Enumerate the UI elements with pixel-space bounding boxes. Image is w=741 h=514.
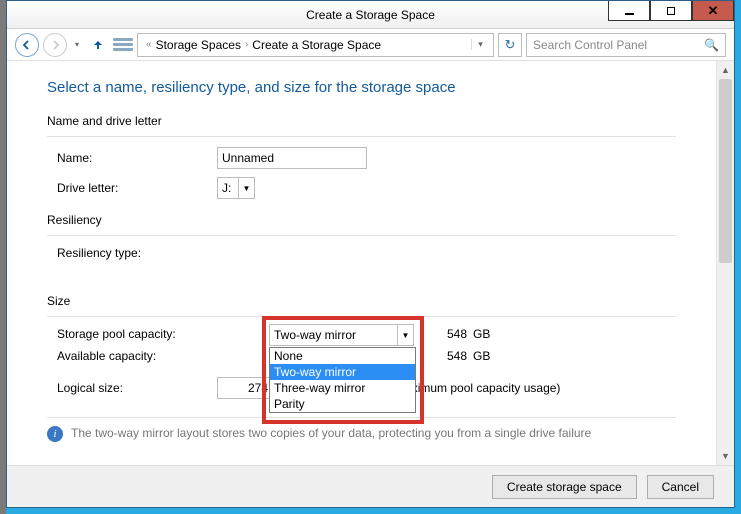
footer: Create storage space Cancel: [7, 465, 734, 507]
section-resiliency: Resiliency: [47, 213, 676, 227]
available-unit: GB: [473, 349, 513, 363]
scroll-down-button[interactable]: ▼: [717, 447, 734, 465]
logical-size-input[interactable]: [217, 377, 273, 399]
available-label: Available capacity:: [57, 349, 217, 363]
content-area: Select a name, resiliency type, and size…: [7, 61, 734, 465]
option-none[interactable]: None: [270, 348, 415, 364]
close-button[interactable]: ✕: [692, 1, 734, 21]
page-title: Select a name, resiliency type, and size…: [47, 79, 676, 96]
section-name-letter: Name and drive letter: [47, 114, 676, 128]
back-button[interactable]: [15, 33, 39, 57]
row-drive-letter: Drive letter: J: ▼: [57, 177, 676, 199]
pool-capacity-unit: GB: [473, 327, 513, 341]
create-button[interactable]: Create storage space: [492, 475, 637, 499]
scroll-track[interactable]: [717, 79, 734, 447]
drive-letter-label: Drive letter:: [57, 181, 217, 195]
search-icon[interactable]: 🔍: [704, 38, 719, 52]
resiliency-label: Resiliency type:: [57, 246, 217, 260]
breadcrumb[interactable]: « Storage Spaces › Create a Storage Spac…: [137, 33, 494, 57]
drive-letter-select[interactable]: J: ▼: [217, 177, 255, 199]
vertical-scrollbar[interactable]: ▲ ▼: [716, 61, 734, 465]
divider: [47, 316, 676, 317]
row-resiliency: Resiliency type:: [57, 246, 676, 260]
available-value: 548: [407, 349, 467, 363]
scroll-up-button[interactable]: ▲: [717, 61, 734, 79]
pool-capacity-value: 548: [407, 327, 467, 341]
section-size: Size: [47, 294, 676, 308]
scroll-thumb[interactable]: [719, 79, 732, 263]
chevron-icon: ›: [241, 39, 252, 50]
pool-capacity-label: Storage pool capacity:: [57, 327, 217, 341]
row-name: Name:: [57, 147, 676, 169]
resiliency-select[interactable]: Two-way mirror ▼: [269, 324, 416, 346]
name-input[interactable]: [217, 147, 367, 169]
chevron-down-icon[interactable]: ▼: [398, 324, 414, 346]
drives-icon: [113, 36, 133, 54]
info-text: The two-way mirror layout stores two cop…: [71, 426, 631, 440]
option-parity[interactable]: Parity: [270, 396, 415, 412]
search-input[interactable]: Search Control Panel 🔍: [526, 33, 726, 57]
maximize-button[interactable]: [650, 1, 692, 21]
divider: [47, 136, 676, 137]
up-button[interactable]: [87, 34, 109, 56]
chevron-down-icon[interactable]: ▼: [239, 177, 255, 199]
info-icon: i: [47, 426, 63, 442]
forward-button[interactable]: [43, 33, 67, 57]
option-two-way[interactable]: Two-way mirror: [270, 364, 415, 380]
info-row: i The two-way mirror layout stores two c…: [47, 417, 676, 442]
resiliency-dropdown[interactable]: None Two-way mirror Three-way mirror Par…: [269, 347, 416, 413]
logical-label: Logical size:: [57, 381, 217, 395]
breadcrumb-seg-2[interactable]: Create a Storage Space: [252, 38, 381, 52]
name-label: Name:: [57, 151, 217, 165]
resiliency-value: Two-way mirror: [269, 324, 398, 346]
window-buttons: ✕: [608, 1, 734, 21]
window: Create a Storage Space ✕ ▾ « Storage Spa…: [6, 0, 735, 508]
cancel-button[interactable]: Cancel: [647, 475, 714, 499]
breadcrumb-dropdown[interactable]: ▾: [471, 39, 489, 50]
breadcrumb-seg-1[interactable]: Storage Spaces: [156, 38, 241, 52]
divider: [47, 235, 676, 236]
nav-bar: ▾ « Storage Spaces › Create a Storage Sp…: [7, 29, 734, 61]
search-placeholder: Search Control Panel: [533, 38, 647, 52]
history-dropdown[interactable]: ▾: [71, 40, 83, 49]
drive-letter-value: J:: [217, 177, 239, 199]
refresh-button[interactable]: ↻: [498, 33, 522, 57]
chevron-icon: «: [142, 39, 156, 50]
option-three-way[interactable]: Three-way mirror: [270, 380, 415, 396]
minimize-button[interactable]: [608, 1, 650, 21]
title-bar: Create a Storage Space ✕: [7, 1, 734, 29]
